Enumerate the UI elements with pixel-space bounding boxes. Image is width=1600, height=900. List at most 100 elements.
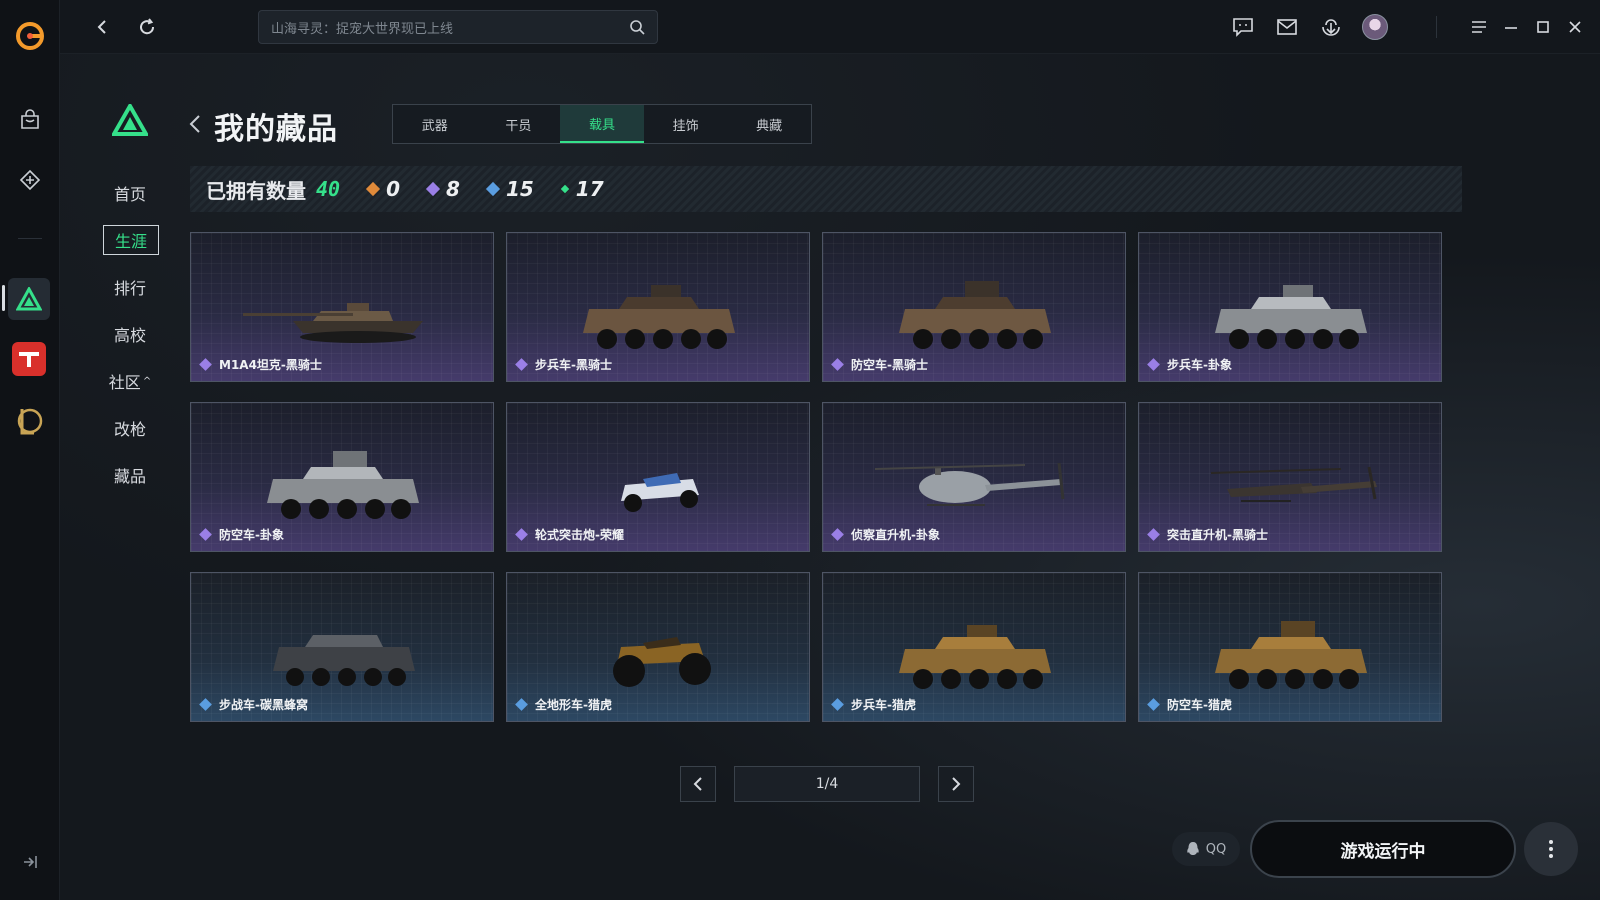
prev-page-button[interactable] [680,766,716,802]
purple-rarity-icon [1147,528,1160,541]
chevron-up-icon: ^ [142,375,152,387]
collection-card[interactable]: 步兵车-黑骑士 [506,232,810,382]
collection-card[interactable]: 全地形车-猎虎 [506,572,810,722]
menu-icon[interactable] [1466,14,1492,40]
tab-charms[interactable]: 挂饰 [644,105,728,143]
game-tag-icon[interactable] [14,164,46,196]
helicopter-image [875,462,1065,506]
delta-force-app-icon[interactable] [8,278,50,320]
item-label: 步兵车-黑骑士 [535,358,612,372]
back-icon[interactable] [90,14,116,40]
refresh-icon[interactable] [134,14,160,40]
stat-count: 17 [575,177,604,201]
page-title: 我的藏品 [214,112,338,147]
subnav-label: 高校 [113,326,146,345]
item-name: 步兵车-黑骑士 [515,356,612,373]
maximize-icon[interactable] [1530,14,1556,40]
item-name: M1A4坦克-黑骑士 [199,356,322,373]
collection-card[interactable]: 侦察直升机-卦象 [822,402,1126,552]
item-label: 防空车-卦象 [219,528,284,542]
item-name: 突击直升机-黑骑士 [1147,526,1268,543]
mail-icon[interactable] [1274,14,1300,40]
subnav-label: 首页 [113,185,146,204]
blue-rarity-icon [485,181,501,197]
collection-card[interactable]: 突击直升机-黑骑士 [1138,402,1442,552]
purple-rarity-icon [831,358,844,371]
app-logo-icon[interactable] [14,20,46,52]
blue-rarity-icon [515,698,528,711]
item-label: 全地形车-猎虎 [535,698,612,712]
apc-image [1215,285,1367,349]
attack-helicopter-image [1210,466,1377,502]
collection-card[interactable]: 防空车-卦象 [190,402,494,552]
minimize-icon[interactable] [1498,14,1524,40]
purple-rarity-icon [515,528,528,541]
tf-app-icon[interactable] [12,342,46,376]
item-name: 轮式突击炮-荣耀 [515,526,624,543]
apc-image [1215,621,1367,689]
stat-count: 8 [446,177,460,201]
blue-rarity-icon [1147,698,1160,711]
subnav-label: 改枪 [113,420,146,439]
collection-card[interactable]: 步兵车-卦象 [1138,232,1442,382]
subnav-item-college[interactable]: 高校 [100,319,160,349]
purple-rarity-icon [831,528,844,541]
tab-vehicles[interactable]: 载具 [560,105,644,143]
qq-icon [1187,842,1199,855]
close-icon[interactable] [1562,14,1588,40]
subnav-item-gunsmith[interactable]: 改枪 [100,413,160,443]
search-input[interactable]: 山海寻灵：捉宠大世界现已上线 [271,18,629,37]
page-back-icon[interactable] [186,112,204,136]
subnav-label: 排行 [113,279,146,298]
tab-operators[interactable]: 干员 [477,105,561,143]
chat-icon[interactable] [1230,14,1256,40]
collection-card[interactable]: 防空车-黑骑士 [822,232,1126,382]
owned-total: 40 [316,177,341,201]
collection-card[interactable]: 防空车-猎虎 [1138,572,1442,722]
item-name: 防空车-猎虎 [1147,696,1232,713]
purple-rarity-icon [199,528,212,541]
subnav-item-collection[interactable]: 藏品 [100,460,160,490]
avatar[interactable] [1362,14,1388,40]
active-app-indicator [2,285,5,311]
green-rarity-icon [560,184,570,194]
more-options-button[interactable] [1524,822,1578,876]
blue-rarity-icon [199,698,212,711]
stat-purple: 8 [425,177,460,201]
qq-login-button[interactable]: QQ [1172,832,1240,866]
collection-card[interactable]: 步兵车-猎虎 [822,572,1126,722]
apc-image [583,285,735,349]
subnav-item-home[interactable]: 首页 [100,178,160,208]
tab-weapons[interactable]: 武器 [393,105,477,143]
subnav-label: 生涯 [114,232,147,251]
subnav-item-community[interactable]: 社区 ^ [100,366,160,396]
tab-collectibles[interactable]: 典藏 [727,105,811,143]
collection-card[interactable]: M1A4坦克-黑骑士 [190,232,494,382]
stat-count: 15 [505,177,534,201]
search-bar[interactable]: 山海寻灵：捉宠大世界现已上线 [258,10,658,44]
ifv-image [273,635,415,686]
subnav-item-ranking[interactable]: 排行 [100,272,160,302]
subnav-item-career[interactable]: 生涯 [103,225,159,255]
ownership-stats: 已拥有数量 40 0 8 15 17 [190,166,1462,212]
league-app-icon[interactable] [12,404,46,438]
tank-image [243,303,423,343]
search-icon[interactable] [629,19,645,35]
item-label: 防空车-猎虎 [1167,698,1232,712]
item-name: 步兵车-猎虎 [831,696,916,713]
item-label: 防空车-黑骑士 [851,358,928,372]
game-logo-icon [110,101,150,136]
item-label: 步战车-碳黑蜂窝 [219,698,308,712]
collapse-sidebar-icon[interactable] [20,852,40,872]
game-running-button[interactable]: 游戏运行中 [1250,820,1516,878]
store-bag-icon[interactable] [14,104,46,136]
collection-card[interactable]: 轮式突击炮-荣耀 [506,402,810,552]
collection-card[interactable]: 步战车-碳黑蜂窝 [190,572,494,722]
purple-rarity-icon [199,358,212,371]
download-icon[interactable] [1318,14,1344,40]
apc-image [267,451,419,519]
qq-label: QQ [1205,841,1227,857]
next-page-button[interactable] [938,766,974,802]
collection-tabs: 武器 干员 载具 挂饰 典藏 [392,104,812,144]
apc-image [899,281,1051,349]
